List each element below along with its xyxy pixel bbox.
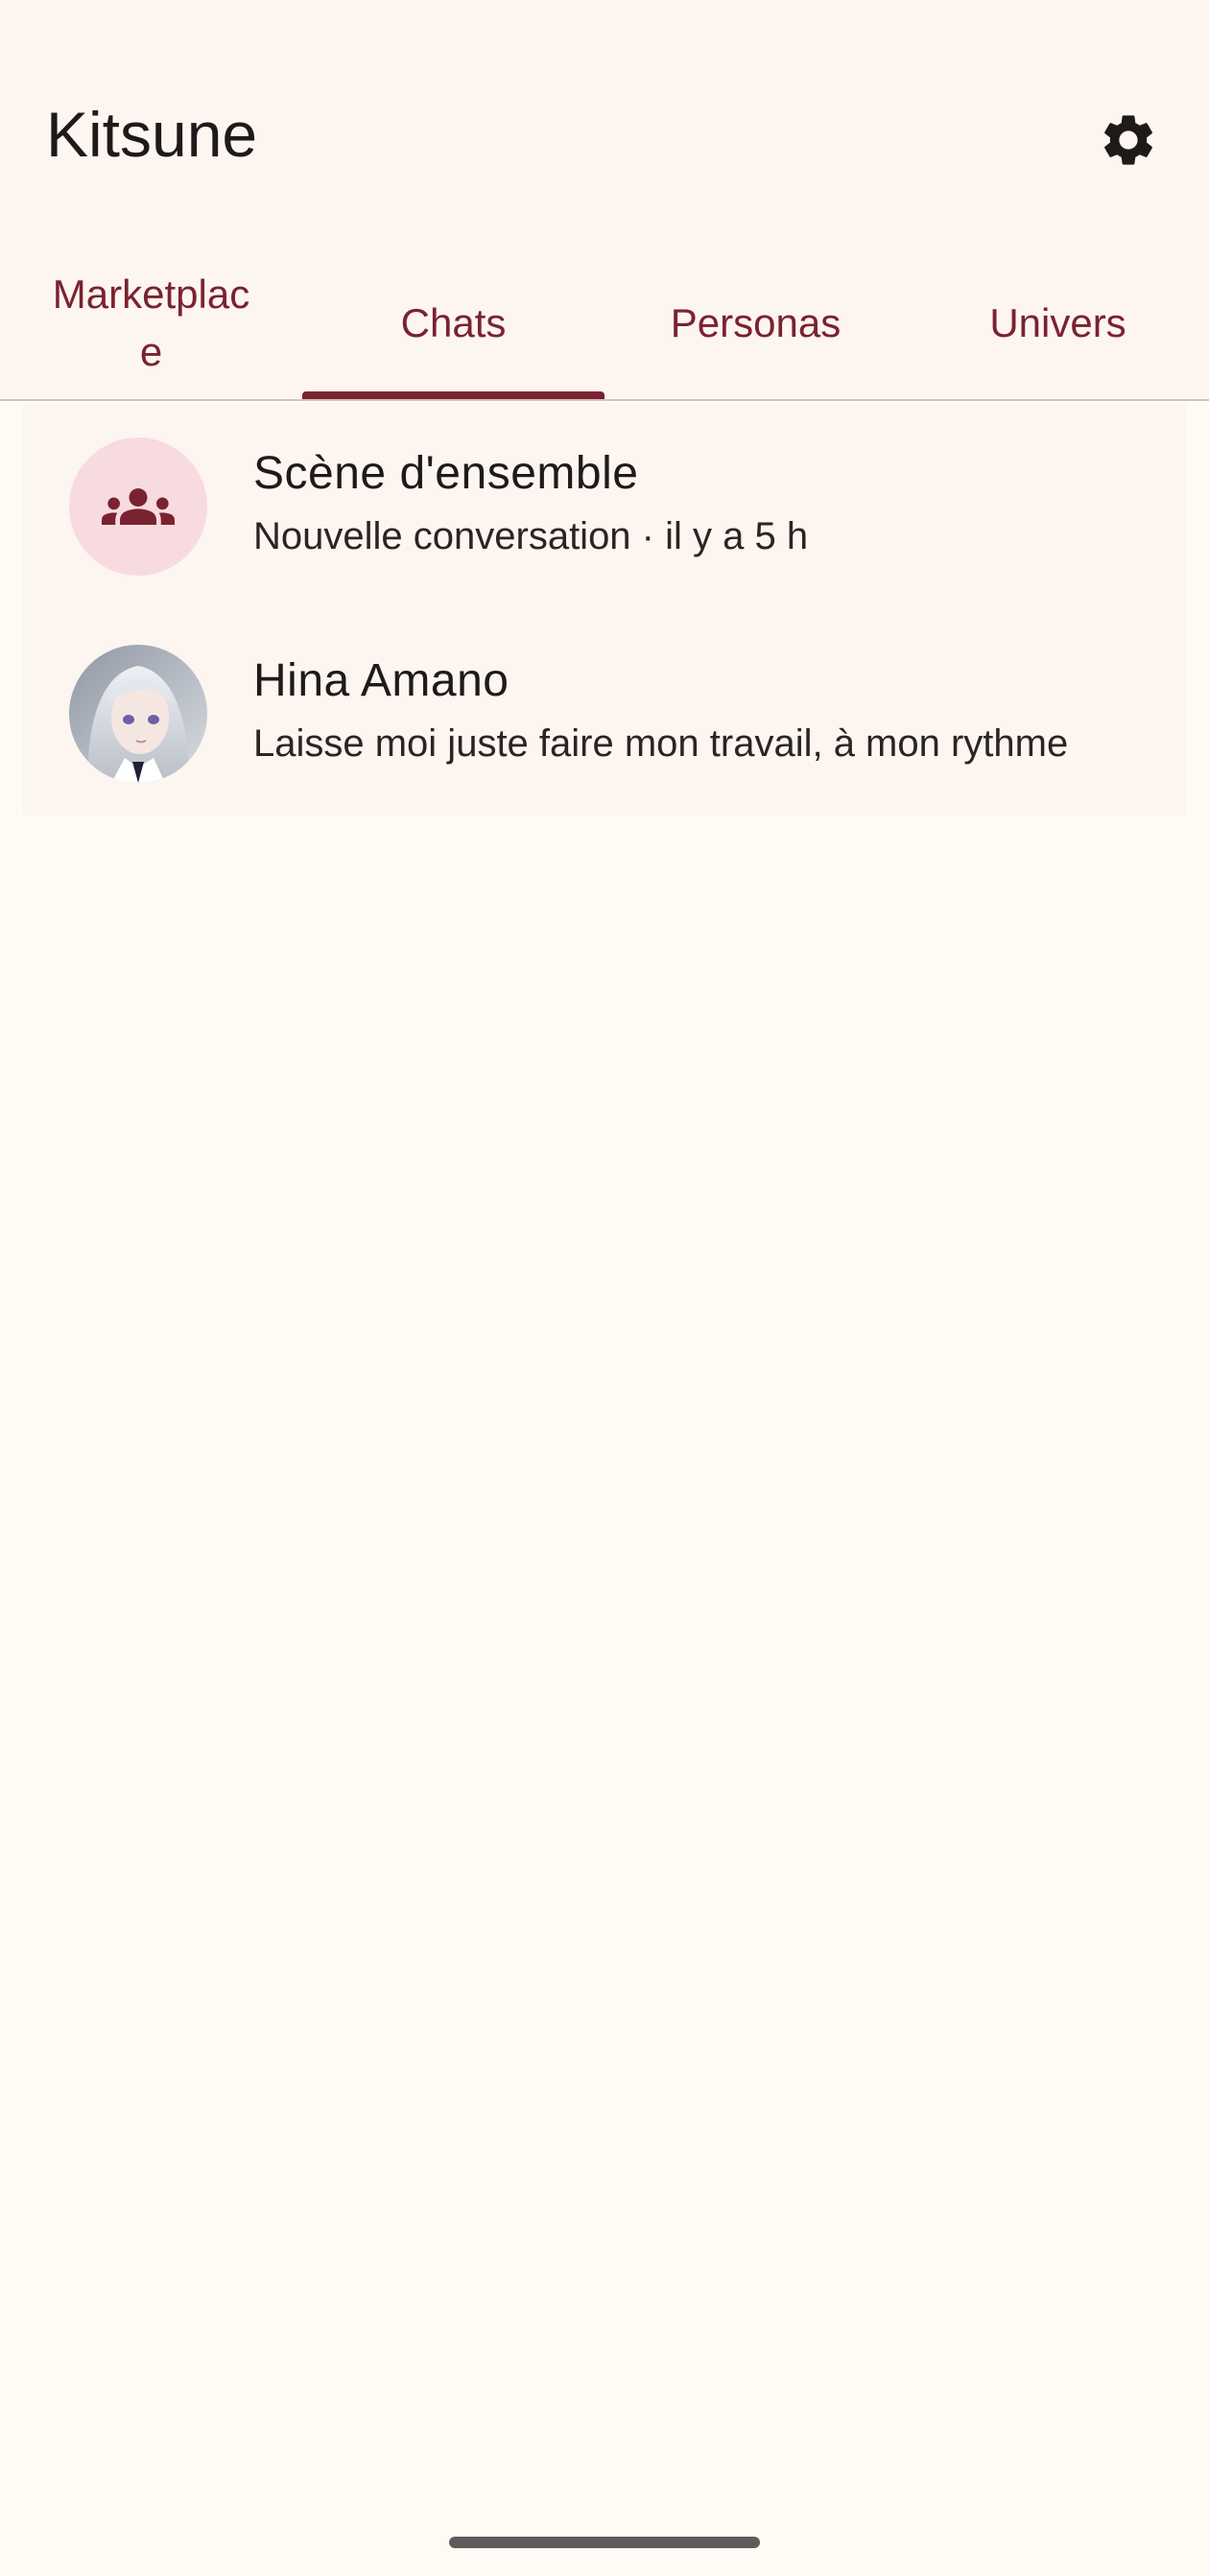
tab-personas[interactable]: Personas	[604, 248, 907, 399]
chat-list-item[interactable]: Scène d'ensemble Nouvelle conversation ·…	[23, 403, 1186, 610]
tab-marketplace[interactable]: Marketplace	[0, 248, 302, 399]
tab-univers[interactable]: Univers	[907, 248, 1209, 399]
character-avatar	[69, 645, 207, 783]
tab-chats[interactable]: Chats	[302, 248, 604, 399]
chat-list-item[interactable]: Hina Amano Laisse moi juste faire mon tr…	[23, 610, 1186, 817]
chat-list: Scène d'ensemble Nouvelle conversation ·…	[23, 403, 1186, 815]
tab-label: Chats	[400, 300, 507, 345]
tab-label: Marketplace	[52, 272, 250, 374]
group-avatar	[69, 437, 207, 576]
gear-icon	[1104, 115, 1152, 165]
chat-subtitle: Nouvelle conversation · il y a 5 h	[253, 515, 809, 557]
tab-label: Personas	[670, 300, 842, 345]
chat-subtitle: Laisse moi juste faire mon travail, à mo…	[253, 722, 1069, 765]
chat-title: Scène d'ensemble	[253, 448, 639, 499]
character-portrait	[69, 645, 207, 783]
chat-title: Hina Amano	[253, 655, 510, 706]
app-title: Kitsune	[46, 99, 258, 170]
settings-button[interactable]	[1090, 102, 1167, 178]
tab-label: Univers	[989, 300, 1126, 345]
tab-divider	[0, 399, 1209, 401]
top-app-bar: Kitsune Marketplace Chats Personas Unive…	[0, 0, 1209, 401]
group-icon	[102, 488, 175, 525]
tab-bar: Marketplace Chats Personas Univers	[0, 248, 1209, 399]
home-indicator[interactable]	[449, 2537, 760, 2548]
selected-tab-indicator	[302, 391, 604, 399]
